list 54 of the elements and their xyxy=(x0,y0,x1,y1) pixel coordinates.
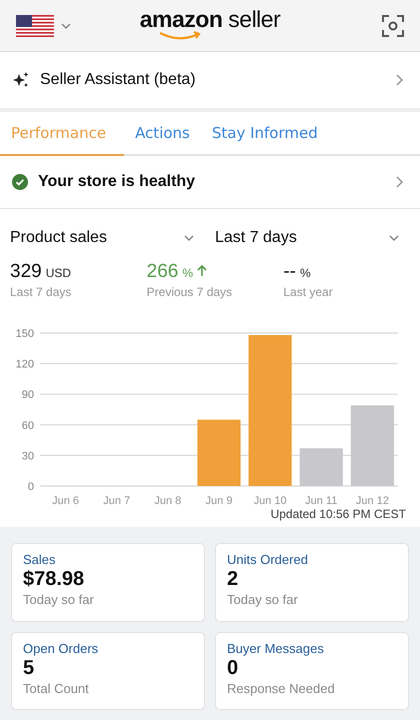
axis-label: 0 xyxy=(28,481,34,493)
metric-card[interactable]: Units Ordered 2 Today so far xyxy=(215,543,409,622)
card-title: Open Orders xyxy=(23,640,100,656)
health-status[interactable]: Your store is healthy xyxy=(38,173,196,191)
stat-unit: % xyxy=(300,266,311,280)
bar xyxy=(197,420,241,486)
dropdown-value[interactable]: Product sales xyxy=(10,229,183,247)
card-title: Sales xyxy=(23,552,57,567)
card-note: Response Needed xyxy=(227,680,336,696)
metric-card[interactable]: Buyer Messages 0 Response Needed xyxy=(215,632,409,710)
axis-label: 120 xyxy=(16,358,34,371)
card-note: Today so far xyxy=(227,592,299,607)
axis-label: Jun 8 xyxy=(154,495,182,505)
camera-scan-icon[interactable] xyxy=(382,14,404,36)
axis-label: Jun 6 xyxy=(52,495,80,505)
stat-value: -- xyxy=(283,261,296,283)
card-value: 5 xyxy=(23,656,36,680)
metric-card[interactable]: Sales $78.98 Today so far xyxy=(11,543,205,622)
axis-label: 60 xyxy=(22,420,34,432)
card-note: Total Count xyxy=(23,680,90,696)
card-value: 2 xyxy=(227,568,240,591)
axis-label: Jun 12 xyxy=(356,495,389,505)
updated-time: Updated 10:56 PM CEST xyxy=(270,507,406,521)
axis-label: 90 xyxy=(22,389,34,402)
chevron-right-icon xyxy=(394,175,404,189)
metric-card[interactable]: Open Orders 5 Total Count xyxy=(11,632,205,710)
stat-unit: % xyxy=(182,266,194,280)
card-title: Buyer Messages xyxy=(227,640,325,656)
axis-label: Jun 7 xyxy=(103,495,130,505)
axis-label: 150 xyxy=(16,328,34,340)
stat-value: 329 xyxy=(10,261,42,283)
stat-value: 266 xyxy=(146,261,178,283)
stat-label: Last year xyxy=(283,285,334,299)
card-note: Today so far xyxy=(23,592,95,607)
dropdown-value[interactable]: Last 7 days xyxy=(215,229,388,247)
smile-icon xyxy=(158,31,202,41)
axis-label: 30 xyxy=(22,450,34,462)
axis-label: Jun 10 xyxy=(254,495,287,505)
axis-label: Jun 11 xyxy=(305,495,338,505)
tab[interactable]: Stay Informed xyxy=(200,112,329,156)
assistant-label[interactable]: Seller Assistant (beta) xyxy=(40,71,384,89)
card-value: $78.98 xyxy=(23,568,86,591)
logo: amazon seller xyxy=(140,8,280,31)
stat-label: Last 7 days xyxy=(10,285,72,299)
stat-unit: USD xyxy=(46,266,72,280)
axis-label: Jun 9 xyxy=(206,495,232,505)
flag-icon[interactable] xyxy=(16,14,54,36)
tab[interactable]: Actions xyxy=(124,112,201,156)
card-title: Units Ordered xyxy=(227,552,309,567)
sparkle-icon xyxy=(12,71,30,89)
arrow-up-icon xyxy=(197,265,208,277)
card-value: 0 xyxy=(227,656,240,680)
stat-label: Previous 7 days xyxy=(146,285,234,299)
chevron-right-icon xyxy=(394,73,404,87)
